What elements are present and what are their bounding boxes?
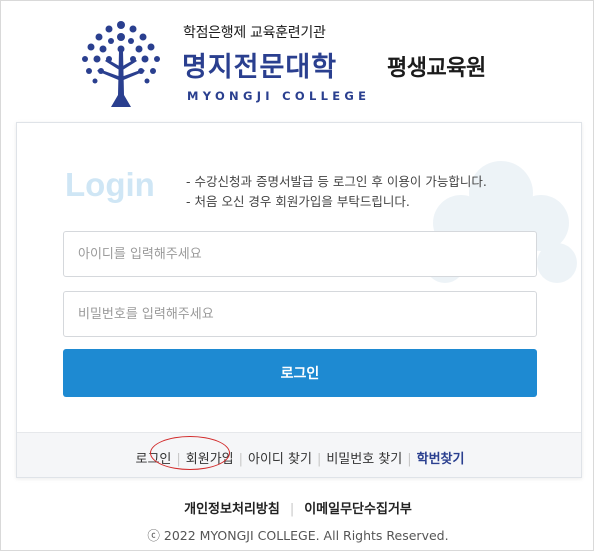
link-find-id[interactable]: 아이디 찾기 [248,452,312,467]
page-frame: 학점은행제 교육훈련기관 명지전문대학 평생교육원 MYONGJI COLLEG… [0,0,594,551]
divider: | [289,502,295,517]
privacy-policy-link[interactable]: 개인정보처리방침 [184,502,280,517]
divider: | [238,452,244,467]
id-input[interactable] [63,231,537,277]
copyright: ⓒ 2022 MYONGJI COLLEGE. All Rights Reser… [147,528,449,543]
link-find-student-number[interactable]: 학번찾기 [417,452,465,467]
account-links: 로그인 | 회원가입 | 아이디 찾기 | 비밀번호 찾기 | 학번찾기 [17,448,581,467]
login-notice: - 수강신청과 증명서발급 등 로그인 후 이용이 가능합니다. - 처음 오신… [186,172,487,212]
login-button[interactable]: 로그인 [63,349,537,397]
notice-line-1: - 수강신청과 증명서발급 등 로그인 후 이용이 가능합니다. [186,174,487,189]
login-title: Login [65,166,155,203]
policy-links: 개인정보처리방침 | 이메일무단수집거부 [1,498,594,517]
college-english-name: MYONGJI COLLEGE [187,89,371,103]
college-subtitle: 평생교육원 [387,56,486,81]
notice-line-2: - 처음 오신 경우 회원가입을 부탁드립니다. [186,194,410,209]
account-links-bar: 로그인 | 회원가입 | 아이디 찾기 | 비밀번호 찾기 | 학번찾기 [17,432,581,477]
signup-highlight-circle [150,436,230,470]
password-input[interactable] [63,291,537,337]
divider: | [407,452,412,467]
email-refusal-link[interactable]: 이메일무단수집거부 [304,502,412,517]
divider: | [316,452,322,467]
college-name: 명지전문대학 [182,52,338,83]
login-card: Login - 수강신청과 증명서발급 등 로그인 후 이용이 가능합니다. -… [16,122,582,478]
link-find-password[interactable]: 비밀번호 찾기 [326,452,402,467]
header: 학점은행제 교육훈련기관 명지전문대학 평생교육원 MYONGJI COLLEG… [1,1,594,121]
institution-label: 학점은행제 교육훈련기관 [183,25,326,41]
tree-logo-icon [82,21,160,107]
